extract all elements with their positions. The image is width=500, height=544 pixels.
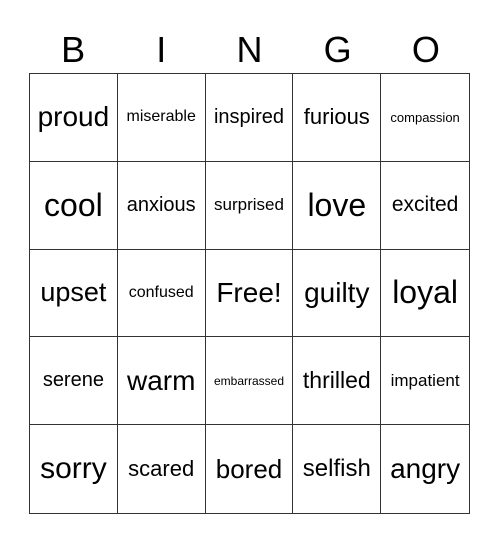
header-letter: O: [411, 29, 440, 70]
bingo-cell[interactable]: sorry: [30, 425, 118, 513]
header-letter: N: [236, 29, 263, 70]
bingo-cell[interactable]: Free!: [205, 249, 294, 338]
bingo-cell[interactable]: excited: [381, 162, 469, 250]
bingo-cell[interactable]: miserable: [117, 74, 206, 162]
bingo-cell[interactable]: confused: [117, 249, 206, 338]
bingo-cell[interactable]: surprised: [205, 161, 294, 250]
header-letter: B: [61, 29, 86, 70]
bingo-cell[interactable]: guilty: [293, 249, 382, 338]
bingo-cell[interactable]: loyal: [381, 250, 469, 338]
bingo-cell[interactable]: upset: [30, 249, 118, 338]
bingo-cell[interactable]: embarrassed: [205, 337, 294, 426]
bingo-cell[interactable]: furious: [293, 74, 382, 162]
bingo-cell[interactable]: angry: [381, 425, 469, 513]
bingo-cell[interactable]: proud: [30, 74, 118, 162]
bingo-cell[interactable]: serene: [30, 337, 118, 426]
bingo-cell[interactable]: love: [293, 161, 382, 250]
bingo-cell[interactable]: anxious: [117, 161, 206, 250]
bingo-cell[interactable]: thrilled: [293, 337, 382, 426]
bingo-cell[interactable]: compassion: [381, 74, 469, 162]
bingo-cell[interactable]: inspired: [205, 74, 294, 162]
bingo-cell[interactable]: impatient: [381, 337, 469, 426]
bingo-cell[interactable]: bored: [206, 425, 294, 513]
bingo-grid: proud miserable inspired furious compassion c…: [29, 73, 470, 514]
bingo-cell[interactable]: warm: [117, 337, 206, 426]
bingo-cell[interactable]: scared: [118, 425, 206, 513]
header-letter: I: [156, 29, 167, 70]
bingo-cell[interactable]: selfish: [293, 425, 382, 513]
bingo-header: BINGO: [29, 28, 470, 72]
header-letter: G: [323, 29, 352, 70]
bingo-cell[interactable]: cool: [30, 161, 118, 250]
